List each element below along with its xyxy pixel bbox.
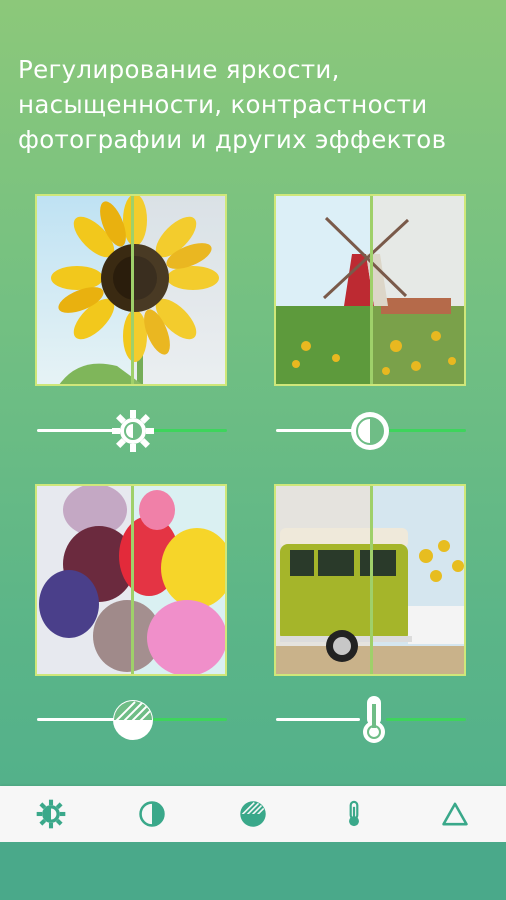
tab-temperature[interactable] <box>334 794 374 834</box>
split-divider <box>131 486 134 674</box>
contrast-icon <box>139 801 165 827</box>
brightness-slider[interactable] <box>35 409 227 453</box>
balloons-photo <box>35 484 227 676</box>
slider-track-filled <box>276 718 360 721</box>
slider-track-remaining <box>153 429 227 432</box>
split-divider <box>131 196 134 384</box>
slider-track-remaining <box>386 429 466 432</box>
thermometer-icon <box>349 800 360 827</box>
contrast-icon[interactable] <box>348 409 392 453</box>
van-photo <box>274 484 466 676</box>
windmill-photo <box>274 194 466 386</box>
sunflower-photo <box>35 194 227 386</box>
triangle-icon <box>442 802 469 826</box>
split-divider <box>370 196 373 384</box>
saturation-icon[interactable] <box>111 698 155 742</box>
tab-contrast[interactable] <box>132 794 172 834</box>
thermometer-icon[interactable] <box>354 694 398 743</box>
slider-track-remaining <box>153 718 227 721</box>
temperature-slider[interactable] <box>274 696 466 743</box>
slider-track-filled <box>37 718 115 721</box>
bottom-toolbar <box>0 786 506 842</box>
headline: Регулирование яркости, насыщенности, кон… <box>18 55 447 154</box>
split-divider <box>370 486 373 674</box>
slider-track-filled <box>276 429 354 432</box>
saturation-icon <box>240 801 266 827</box>
tab-brightness[interactable] <box>31 794 71 834</box>
saturation-slider[interactable] <box>35 698 227 742</box>
brightness-icon <box>36 799 65 829</box>
slider-track-remaining <box>386 718 466 721</box>
footer-band <box>0 842 506 900</box>
brightness-icon[interactable] <box>111 409 155 453</box>
tab-saturation[interactable] <box>233 794 273 834</box>
tab-sharpness[interactable] <box>435 794 475 834</box>
contrast-slider[interactable] <box>274 409 466 453</box>
